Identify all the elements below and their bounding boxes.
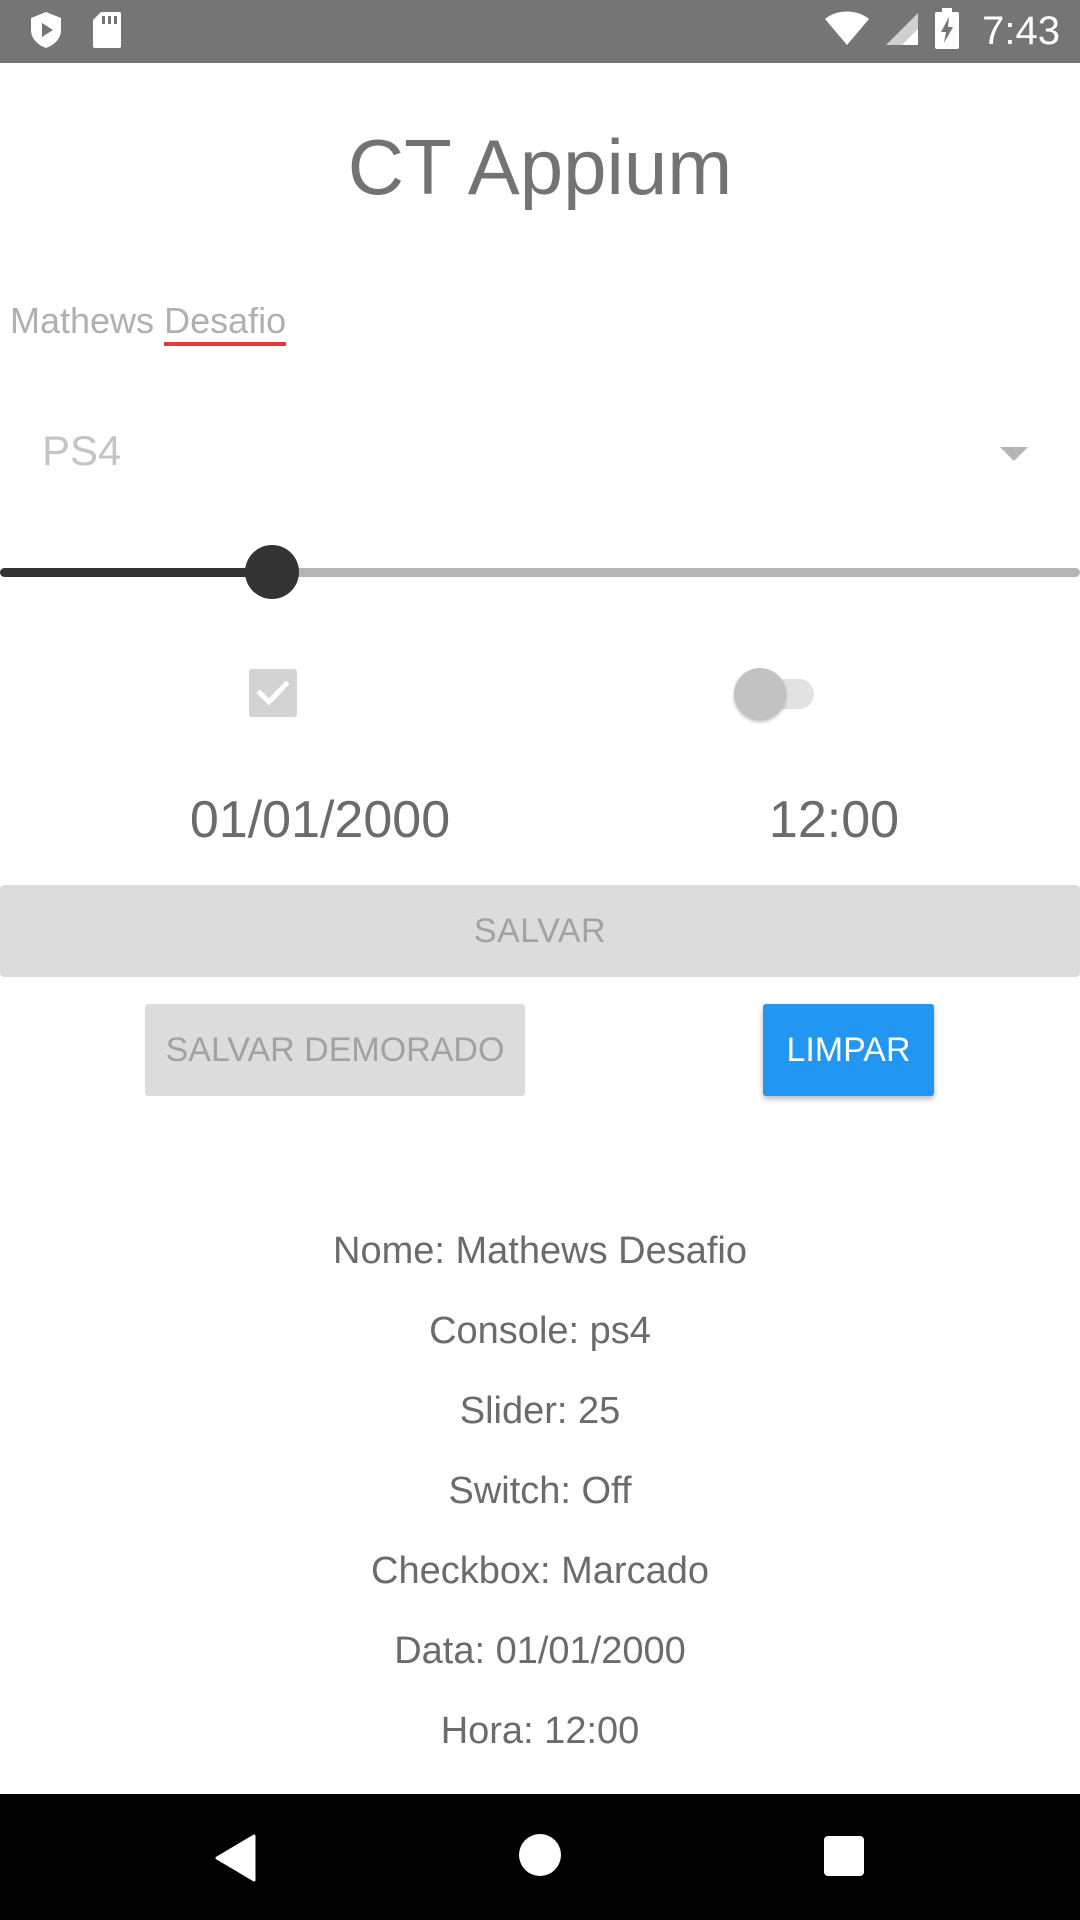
home-icon[interactable] xyxy=(519,1834,561,1876)
name-input-word-1: Mathews xyxy=(10,300,155,341)
checkbox[interactable] xyxy=(249,669,297,717)
slider-thumb[interactable] xyxy=(245,545,299,599)
switch-thumb xyxy=(734,668,786,720)
chevron-down-icon xyxy=(1000,447,1028,461)
clear-button[interactable]: LIMPAR xyxy=(763,1004,934,1096)
save-slow-button[interactable]: SALVAR DEMORADO xyxy=(145,1004,525,1096)
status-clock: 7:43 xyxy=(982,9,1060,53)
screen: 7:43 CT Appium Mathews Desafio PS4 01/01… xyxy=(0,0,1080,1920)
result-time: Hora: 12:00 xyxy=(440,1710,640,1752)
save-button[interactable]: SALVAR xyxy=(0,885,1080,977)
name-input-word-2-misspelled: Desafio xyxy=(164,300,287,346)
console-spinner-value: PS4 xyxy=(42,427,122,474)
status-bar: 7:43 xyxy=(0,0,1080,63)
navigation-bar xyxy=(0,1794,1080,1920)
checkmark-icon xyxy=(256,680,290,706)
wifi-icon xyxy=(824,11,870,52)
shield-play-icon xyxy=(28,10,64,55)
recents-icon[interactable] xyxy=(824,1836,864,1876)
result-name: Nome: Mathews Desafio xyxy=(333,1230,747,1272)
time-picker-text[interactable]: 12:00 xyxy=(634,790,1034,850)
slider[interactable] xyxy=(0,545,1080,599)
back-icon[interactable] xyxy=(214,1834,258,1887)
result-slider: Slider: 25 xyxy=(459,1390,621,1432)
result-checkbox: Checkbox: Marcado xyxy=(371,1550,709,1592)
result-console: Console: ps4 xyxy=(429,1310,651,1352)
cell-signal-icon xyxy=(884,11,920,52)
slider-fill xyxy=(0,568,272,577)
battery-charging-icon xyxy=(934,8,960,55)
switch[interactable] xyxy=(734,664,820,722)
page-title: CT Appium xyxy=(347,123,733,211)
result-switch: Switch: Off xyxy=(448,1470,632,1512)
name-input[interactable]: Mathews Desafio xyxy=(10,300,1070,360)
date-picker-text[interactable]: 01/01/2000 xyxy=(120,790,520,850)
sd-card-icon xyxy=(92,10,122,55)
result-date: Data: 01/01/2000 xyxy=(394,1630,686,1672)
console-spinner[interactable]: PS4 xyxy=(0,415,1080,487)
